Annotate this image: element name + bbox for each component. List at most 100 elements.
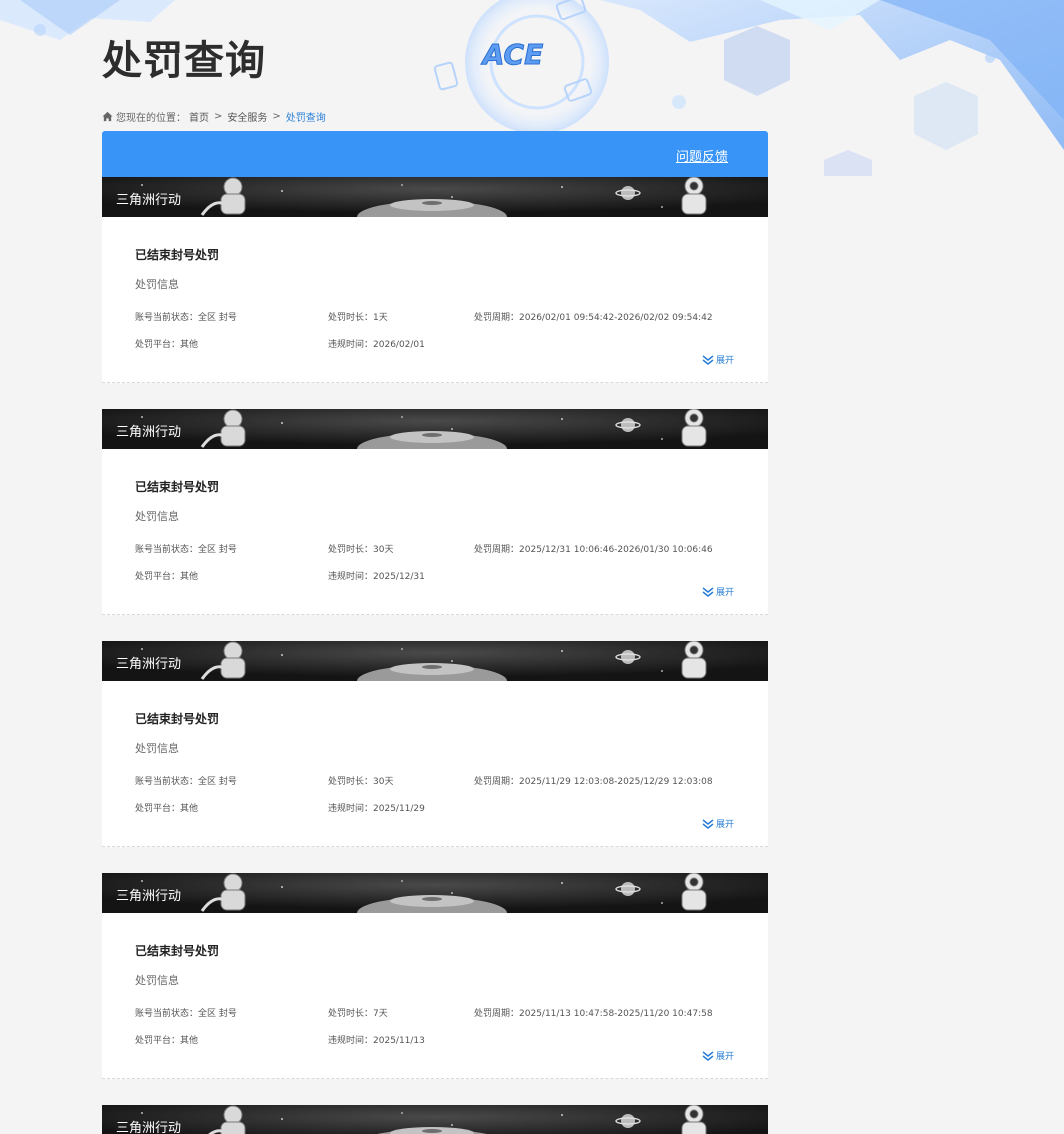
banner-illustration xyxy=(102,177,768,217)
penalty-panel: 问题反馈 三角洲行动 已结束封号处罚 处罚信息 账号当前状态：全区 封号 处罚时… xyxy=(102,131,768,1134)
penalty-record: 三角洲行动 xyxy=(102,1105,768,1134)
violation-time-value: 2026/02/01 xyxy=(373,340,425,350)
penalty-period-value: 2025/11/29 12:03:08-2025/12/29 12:03:08 xyxy=(519,777,713,787)
violation-time-label: 违规时间： xyxy=(328,1036,374,1046)
account-status-value: 全区 封号 xyxy=(198,1009,237,1019)
game-name: 三角洲行动 xyxy=(116,889,182,904)
game-name: 三角洲行动 xyxy=(116,657,182,672)
feedback-link[interactable]: 问题反馈 xyxy=(676,146,728,165)
penalty-subtitle: 处罚信息 xyxy=(135,510,179,523)
game-name: 三角洲行动 xyxy=(116,425,182,440)
game-name: 三角洲行动 xyxy=(116,193,182,208)
penalty-platform-value: 其他 xyxy=(180,572,199,582)
penalty-period: 处罚周期：2025/11/13 10:47:58-2025/11/20 10:4… xyxy=(474,1006,713,1019)
account-status-label: 账号当前状态： xyxy=(135,545,199,555)
record-body: 已结束封号处罚 处罚信息 账号当前状态：全区 封号 处罚时长：7天 处罚周期：2… xyxy=(102,913,768,1079)
penalty-title: 已结束封号处罚 xyxy=(135,248,220,262)
penalty-platform-label: 处罚平台： xyxy=(135,340,181,350)
banner-illustration xyxy=(102,409,768,449)
violation-time: 违规时间：2025/12/31 xyxy=(328,569,425,582)
violation-time-label: 违规时间： xyxy=(328,340,374,350)
penalty-platform-value: 其他 xyxy=(180,804,199,814)
game-banner: 三角洲行动 xyxy=(102,641,768,681)
record-body: 已结束封号处罚 处罚信息 账号当前状态：全区 封号 处罚时长：1天 处罚周期：2… xyxy=(102,217,768,383)
account-status-label: 账号当前状态： xyxy=(135,1009,199,1019)
penalty-title: 已结束封号处罚 xyxy=(135,712,220,726)
chevron-double-down-icon xyxy=(702,354,714,365)
penalty-period-value: 2025/11/13 10:47:58-2025/11/20 10:47:58 xyxy=(519,1009,713,1019)
penalty-period-label: 处罚周期： xyxy=(474,777,520,787)
ace-logo: ACE xyxy=(480,38,543,72)
account-status: 账号当前状态：全区 封号 xyxy=(135,774,237,787)
penalty-duration: 处罚时长：30天 xyxy=(328,774,393,787)
chevron-double-down-icon xyxy=(702,818,714,829)
game-banner: 三角洲行动 xyxy=(102,409,768,449)
expand-label: 展开 xyxy=(716,820,735,830)
expand-button[interactable]: 展开 xyxy=(702,353,734,366)
violation-time-label: 违规时间： xyxy=(328,572,374,582)
record-body: 已结束封号处罚 处罚信息 账号当前状态：全区 封号 处罚时长：30天 处罚周期：… xyxy=(102,681,768,847)
expand-label: 展开 xyxy=(716,588,735,598)
violation-time: 违规时间：2025/11/13 xyxy=(328,1033,425,1046)
penalty-duration-label: 处罚时长： xyxy=(328,1009,374,1019)
account-status-label: 账号当前状态： xyxy=(135,777,199,787)
penalty-duration: 处罚时长：1天 xyxy=(328,310,388,323)
banner-illustration xyxy=(102,873,768,913)
account-status: 账号当前状态：全区 封号 xyxy=(135,542,237,555)
penalty-period-label: 处罚周期： xyxy=(474,1009,520,1019)
violation-time-value: 2025/12/31 xyxy=(373,572,425,582)
penalty-record: 三角洲行动 已结束封号处罚 处罚信息 账号当前状态：全区 封号 处罚时长：30天… xyxy=(102,409,768,615)
penalty-subtitle: 处罚信息 xyxy=(135,742,179,755)
penalty-duration-value: 7天 xyxy=(373,1009,388,1019)
record-body: 已结束封号处罚 处罚信息 账号当前状态：全区 封号 处罚时长：30天 处罚周期：… xyxy=(102,449,768,615)
penalty-subtitle: 处罚信息 xyxy=(135,278,179,291)
penalty-period: 处罚周期：2025/12/31 10:06:46-2026/01/30 10:0… xyxy=(474,542,713,555)
account-status-value: 全区 封号 xyxy=(198,313,237,323)
violation-time: 违规时间：2026/02/01 xyxy=(328,337,425,350)
banner-illustration xyxy=(102,641,768,681)
penalty-platform: 处罚平台：其他 xyxy=(135,337,198,350)
penalty-duration: 处罚时长：30天 xyxy=(328,542,393,555)
expand-button[interactable]: 展开 xyxy=(702,1049,734,1062)
game-banner: 三角洲行动 xyxy=(102,873,768,913)
penalty-duration-label: 处罚时长： xyxy=(328,313,374,323)
home-icon xyxy=(102,111,113,122)
penalty-duration-value: 30天 xyxy=(373,777,394,787)
expand-label: 展开 xyxy=(716,356,735,366)
penalty-subtitle: 处罚信息 xyxy=(135,974,179,987)
chevron-double-down-icon xyxy=(702,1050,714,1061)
account-status-value: 全区 封号 xyxy=(198,545,237,555)
penalty-platform: 处罚平台：其他 xyxy=(135,801,198,814)
penalty-record: 三角洲行动 已结束封号处罚 处罚信息 账号当前状态：全区 封号 处罚时长：30天… xyxy=(102,641,768,847)
penalty-period-value: 2025/12/31 10:06:46-2026/01/30 10:06:46 xyxy=(519,545,713,555)
chevron-double-down-icon xyxy=(702,586,714,597)
panel-header: 问题反馈 xyxy=(102,131,768,177)
breadcrumb-home-link[interactable]: 首页 xyxy=(189,109,209,124)
game-name: 三角洲行动 xyxy=(116,1121,182,1134)
violation-time-value: 2025/11/29 xyxy=(373,804,425,814)
penalty-period-label: 处罚周期： xyxy=(474,313,520,323)
penalty-title: 已结束封号处罚 xyxy=(135,480,220,494)
violation-time-value: 2025/11/13 xyxy=(373,1036,425,1046)
penalty-period: 处罚周期：2026/02/01 09:54:42-2026/02/02 09:5… xyxy=(474,310,713,323)
account-status-value: 全区 封号 xyxy=(198,777,237,787)
penalty-platform-value: 其他 xyxy=(180,340,199,350)
game-banner: 三角洲行动 xyxy=(102,1105,768,1134)
breadcrumb-section-link[interactable]: 安全服务 xyxy=(227,109,267,124)
penalty-platform-label: 处罚平台： xyxy=(135,1036,181,1046)
penalty-duration: 处罚时长：7天 xyxy=(328,1006,388,1019)
account-status: 账号当前状态：全区 封号 xyxy=(135,1006,237,1019)
penalty-duration-value: 1天 xyxy=(373,313,388,323)
penalty-platform-label: 处罚平台： xyxy=(135,572,181,582)
breadcrumb: 您现在的位置： 首页 > 安全服务 > 处罚查询 xyxy=(102,109,326,124)
breadcrumb-separator: > xyxy=(272,111,281,122)
penalty-period: 处罚周期：2025/11/29 12:03:08-2025/12/29 12:0… xyxy=(474,774,713,787)
expand-button[interactable]: 展开 xyxy=(702,817,734,830)
expand-button[interactable]: 展开 xyxy=(702,585,734,598)
account-status-label: 账号当前状态： xyxy=(135,313,199,323)
breadcrumb-prefix: 您现在的位置： xyxy=(116,113,186,124)
penalty-platform: 处罚平台：其他 xyxy=(135,569,198,582)
penalty-record: 三角洲行动 已结束封号处罚 处罚信息 账号当前状态：全区 封号 处罚时长：1天 … xyxy=(102,177,768,383)
penalty-duration-label: 处罚时长： xyxy=(328,777,374,787)
account-status: 账号当前状态：全区 封号 xyxy=(135,310,237,323)
